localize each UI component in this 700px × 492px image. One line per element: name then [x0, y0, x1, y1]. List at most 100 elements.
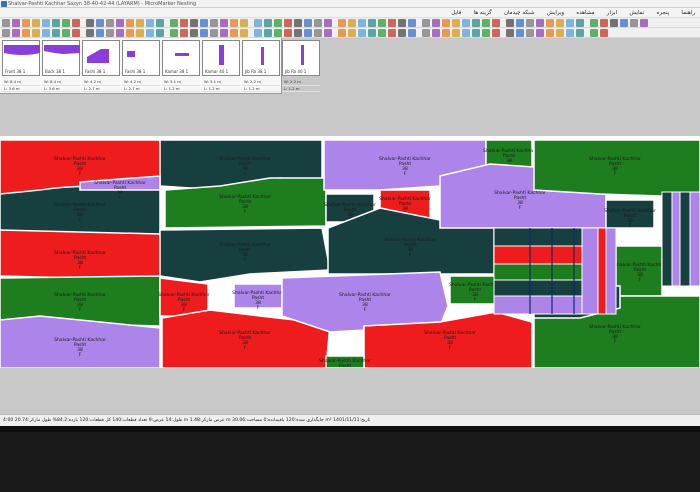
- pattern-piece[interactable]: Shalvar-Pashti KachharPasht38F: [614, 245, 666, 297]
- toolbar-button-tb2-35[interactable]: [368, 29, 376, 37]
- toolbar-button-tb2-22[interactable]: [230, 29, 238, 37]
- toolbar-button-tb2-15[interactable]: [156, 29, 164, 37]
- menu-view[interactable]: نمایش: [624, 8, 649, 18]
- pattern-strip-piece[interactable]: [605, 227, 617, 315]
- pattern-strip-piece[interactable]: [689, 191, 700, 287]
- pattern-strip-piece[interactable]: [493, 279, 583, 297]
- toolbar-button-tb2-13[interactable]: [136, 29, 144, 37]
- toolbar-button-tb1-14[interactable]: [146, 19, 154, 27]
- toolbar-button-tb1-19[interactable]: [200, 19, 208, 27]
- toolbar-button-tb1-16[interactable]: [170, 19, 178, 27]
- toolbar-button-tb1-1[interactable]: [12, 19, 20, 27]
- toolbar-button-tb2-48[interactable]: [506, 29, 514, 37]
- toolbar-button-tb2-40[interactable]: [422, 29, 430, 37]
- toolbar-button-tb2-42[interactable]: [442, 29, 450, 37]
- toolbar-button-tb1-22[interactable]: [230, 19, 238, 27]
- pattern-piece[interactable]: Shalvar-Pashti KachharPasht38F: [319, 355, 371, 368]
- toolbar-button-tb1-11[interactable]: [116, 19, 124, 27]
- toolbar-button-tb2-7[interactable]: [72, 29, 80, 37]
- toolbar-button-tb1-4[interactable]: [42, 19, 50, 27]
- toolbar-button-tb2-50[interactable]: [526, 29, 534, 37]
- toolbar-button-tb2-10[interactable]: [106, 29, 114, 37]
- toolbar-button-tb1-12[interactable]: [126, 19, 134, 27]
- toolbar-button-tb1-3[interactable]: [32, 19, 40, 27]
- menu-grid[interactable]: شبکه چیدمان: [499, 8, 540, 18]
- toolbar-button-tb2-55[interactable]: [576, 29, 584, 37]
- toolbar-button-tb2-41[interactable]: [432, 29, 440, 37]
- marker-canvas[interactable]: Shalvar-Pashti Kachhar Pasht 38 F Shalvar-Pa…: [0, 136, 700, 368]
- marker-layout[interactable]: Shalvar-Pashti Kachhar Pasht 38 F Shalvar-Pa…: [0, 136, 700, 368]
- toolbar-button-tb2-9[interactable]: [96, 29, 104, 37]
- toolbar-button-tb1-23[interactable]: [240, 19, 248, 27]
- toolbar-button-tb2-18[interactable]: [190, 29, 198, 37]
- toolbar-button-tb2-51[interactable]: [536, 29, 544, 37]
- piece-thumbnail[interactable]: Jib Ro 40 1: [282, 40, 320, 76]
- toolbar-button-tb1-59[interactable]: [620, 19, 628, 27]
- toolbar-button-tb1-15[interactable]: [156, 19, 164, 27]
- toolbar-button-tb2-43[interactable]: [452, 29, 460, 37]
- menu-window[interactable]: پنجره: [651, 8, 674, 18]
- toolbar-button-tb1-43[interactable]: [452, 19, 460, 27]
- toolbar-button-tb1-26[interactable]: [274, 19, 282, 27]
- pattern-strip-piece[interactable]: [493, 227, 583, 247]
- toolbar-button-tb2-3[interactable]: [32, 29, 40, 37]
- toolbar-button-tb1-39[interactable]: [408, 19, 416, 27]
- toolbar-button-tb2-26[interactable]: [274, 29, 282, 37]
- toolbar-button-tb1-38[interactable]: [398, 19, 406, 27]
- toolbar-button-tb2-20[interactable]: [210, 29, 218, 37]
- toolbar-button-tb1-20[interactable]: [210, 19, 218, 27]
- toolbar-button-tb2-24[interactable]: [254, 29, 262, 37]
- piece-thumbnail[interactable]: Back 38 1: [42, 40, 80, 76]
- toolbar-button-tb1-9[interactable]: [96, 19, 104, 27]
- toolbar-button-tb2-31[interactable]: [324, 29, 332, 37]
- toolbar-button-tb2-32[interactable]: [338, 29, 346, 37]
- menu-help[interactable]: راهنما: [676, 8, 700, 18]
- toolbar-button-tb1-42[interactable]: [442, 19, 450, 27]
- toolbar-button-tb1-24[interactable]: [254, 19, 262, 27]
- toolbar-button-tb1-36[interactable]: [378, 19, 386, 27]
- piece-thumbnail[interactable]: Kamar 40 1: [202, 40, 240, 76]
- pattern-piece[interactable]: Shalvar-Pashti KachharPasht38F: [232, 283, 284, 311]
- toolbar-button-tb1-50[interactable]: [526, 19, 534, 27]
- toolbar-button-tb2-37[interactable]: [388, 29, 396, 37]
- toolbar-button-tb2-54[interactable]: [566, 29, 574, 37]
- toolbar-button-tb2-47[interactable]: [492, 29, 500, 37]
- menu-display[interactable]: مشاهده: [571, 8, 599, 18]
- piece-thumbnail[interactable]: Kamar 38 1: [162, 40, 200, 76]
- pattern-piece[interactable]: Shalvar-Pashti KachharPasht38F: [449, 275, 501, 305]
- toolbar-button-tb2-56[interactable]: [590, 29, 598, 37]
- toolbar-button-tb2-4[interactable]: [42, 29, 50, 37]
- toolbar-button-tb1-58[interactable]: [610, 19, 618, 27]
- toolbar-button-tb1-21[interactable]: [220, 19, 228, 27]
- toolbar-button-tb1-35[interactable]: [368, 19, 376, 27]
- toolbar-button-tb2-16[interactable]: [170, 29, 178, 37]
- toolbar-button-tb2-52[interactable]: [546, 29, 554, 37]
- toolbar-button-tb2-8[interactable]: [86, 29, 94, 37]
- menu-options[interactable]: گزینه ها: [469, 8, 497, 18]
- toolbar-button-tb1-32[interactable]: [338, 19, 346, 27]
- toolbar-button-tb1-48[interactable]: [506, 19, 514, 27]
- toolbar-button-tb2-29[interactable]: [304, 29, 312, 37]
- pattern-piece[interactable]: Shalvar-Pashti KachharPasht38F: [604, 199, 656, 229]
- toolbar-button-tb1-5[interactable]: [52, 19, 60, 27]
- toolbar-button-tb1-0[interactable]: [2, 19, 10, 27]
- toolbar-button-tb1-37[interactable]: [388, 19, 396, 27]
- toolbar-button-tb2-19[interactable]: [200, 29, 208, 37]
- pattern-strip-piece[interactable]: [679, 191, 691, 287]
- toolbar-button-tb1-52[interactable]: [546, 19, 554, 27]
- toolbar-button-tb1-51[interactable]: [536, 19, 544, 27]
- toolbar-button-tb1-44[interactable]: [462, 19, 470, 27]
- toolbar-button-tb2-17[interactable]: [180, 29, 188, 37]
- toolbar-button-tb1-34[interactable]: [358, 19, 366, 27]
- toolbar-button-tb1-28[interactable]: [294, 19, 302, 27]
- toolbar-button-tb2-30[interactable]: [314, 29, 322, 37]
- pattern-piece[interactable]: Shalvar-Pashti KachharPasht38F: [158, 277, 210, 317]
- toolbar-button-tb2-44[interactable]: [462, 29, 470, 37]
- piece-thumbnail[interactable]: Jib Ro 38 1: [242, 40, 280, 76]
- toolbar-button-tb2-14[interactable]: [146, 29, 154, 37]
- toolbar-button-tb2-12[interactable]: [126, 29, 134, 37]
- toolbar-button-tb2-2[interactable]: [22, 29, 30, 37]
- toolbar-button-tb2-6[interactable]: [62, 29, 70, 37]
- pattern-strip-piece[interactable]: [671, 191, 681, 287]
- toolbar-button-tb2-49[interactable]: [516, 29, 524, 37]
